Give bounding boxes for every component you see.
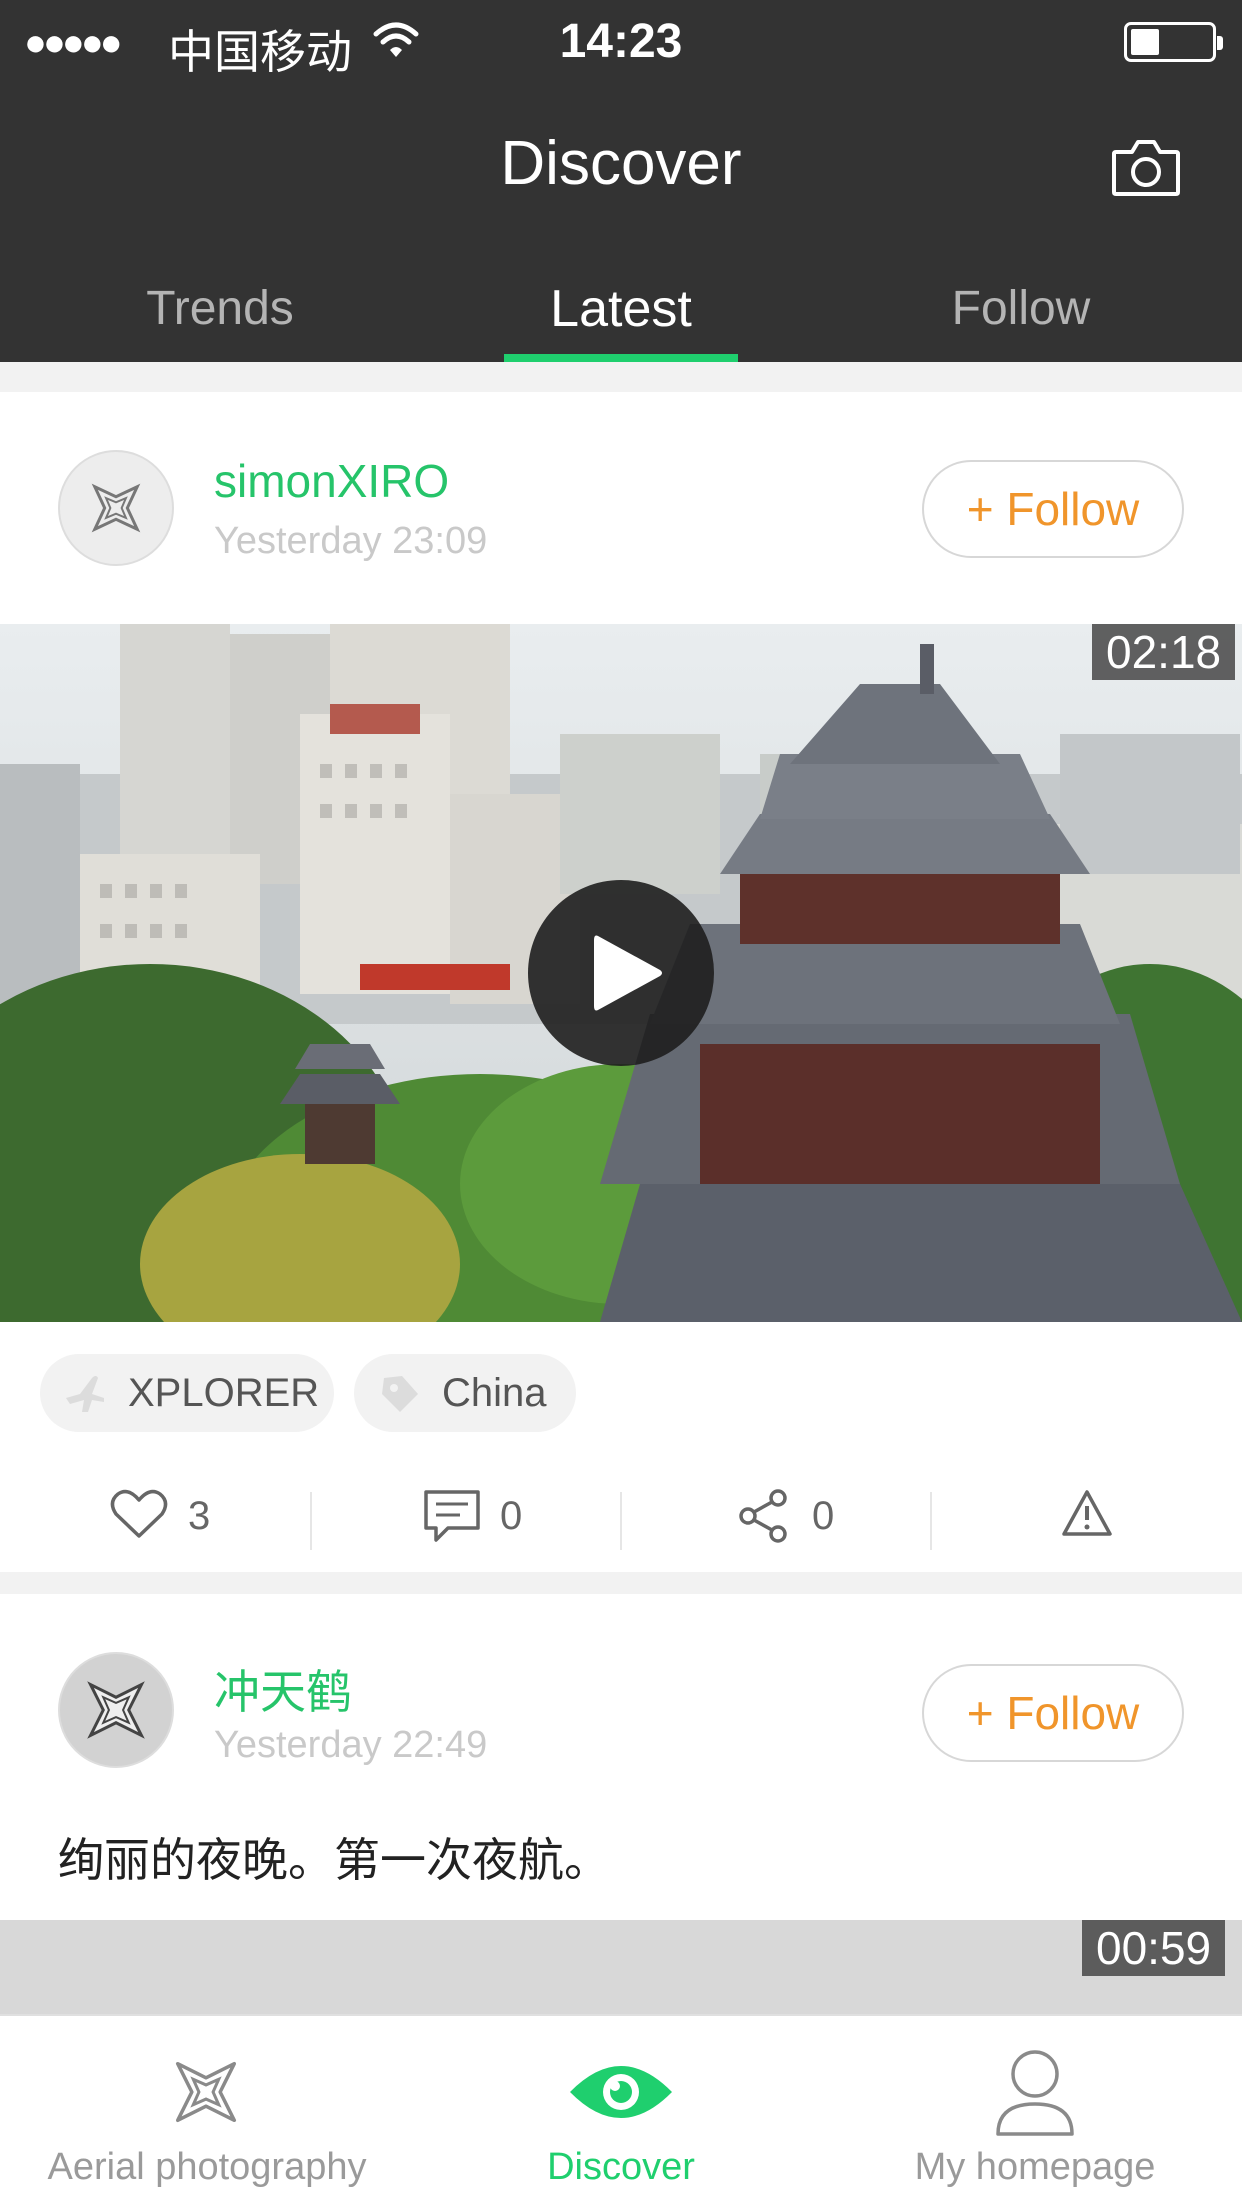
tab-latest[interactable]: Latest xyxy=(470,264,772,362)
report-button[interactable] xyxy=(1060,1470,1120,1562)
comment-count: 0 xyxy=(500,1494,523,1538)
username[interactable]: 冲天鹤 xyxy=(214,1656,352,1722)
drone-icon xyxy=(91,483,141,533)
status-bar: ●●●●● 中国移动 14:23 xyxy=(0,0,1242,82)
share-icon xyxy=(739,1489,787,1543)
like-button[interactable]: 3 xyxy=(110,1470,230,1562)
comment-button[interactable]: 0 xyxy=(422,1470,552,1562)
nav-label: My homepage xyxy=(914,2146,1156,2188)
active-tab-indicator xyxy=(504,354,738,362)
username[interactable]: simonXIRO xyxy=(214,454,449,508)
camera-icon[interactable] xyxy=(1110,134,1182,200)
video-thumbnail[interactable] xyxy=(0,1920,1242,2014)
post-actions: 3 0 0 xyxy=(0,1470,1242,1562)
person-icon xyxy=(996,2050,1074,2136)
tab-follow[interactable]: Follow xyxy=(870,264,1172,362)
tab-bar: Trends Latest Follow xyxy=(0,264,1242,362)
header: Discover Trends Latest Follow xyxy=(0,82,1242,362)
tag-label: XPLORER xyxy=(128,1371,320,1415)
drone-icon xyxy=(175,2061,237,2123)
warning-icon xyxy=(1062,1490,1112,1536)
device-tag[interactable]: XPLORER xyxy=(40,1354,334,1432)
share-count: 0 xyxy=(812,1494,835,1538)
nav-label: Discover xyxy=(547,2146,695,2188)
video-duration: 00:59 xyxy=(1082,1920,1226,1976)
post-time: Yesterday 23:09 xyxy=(214,520,488,562)
nav-discover[interactable]: Discover xyxy=(414,2016,828,2208)
like-count: 3 xyxy=(188,1494,211,1538)
comment-icon xyxy=(424,1490,480,1542)
follow-button[interactable]: + Follow xyxy=(922,460,1184,558)
play-icon xyxy=(594,935,662,1011)
location-tag-icon xyxy=(382,1376,418,1412)
tag-label: China xyxy=(442,1371,547,1415)
eye-icon xyxy=(570,2066,672,2118)
avatar[interactable] xyxy=(58,450,174,566)
nav-my-homepage[interactable]: My homepage xyxy=(828,2016,1242,2208)
tab-trends[interactable]: Trends xyxy=(70,264,370,362)
location-tag[interactable]: China xyxy=(354,1354,576,1432)
divider xyxy=(620,1492,622,1550)
divider xyxy=(310,1492,312,1550)
page-title: Discover xyxy=(500,129,742,198)
clock: 14:23 xyxy=(559,15,683,68)
post-time: Yesterday 22:49 xyxy=(214,1724,488,1766)
divider xyxy=(930,1492,932,1550)
share-button[interactable]: 0 xyxy=(736,1470,866,1562)
video-duration: 02:18 xyxy=(1092,624,1236,680)
post-text: 绚丽的夜晚。第一次夜航。 xyxy=(58,1833,610,1887)
bottom-nav: Aerial photography Discover My homepage xyxy=(0,2014,1242,2208)
follow-button[interactable]: + Follow xyxy=(922,1664,1184,1762)
drone-icon xyxy=(87,1681,145,1739)
play-button[interactable] xyxy=(528,880,714,1066)
nav-aerial-photography[interactable]: Aerial photography xyxy=(0,2016,414,2208)
plane-icon xyxy=(66,1376,104,1412)
heart-icon xyxy=(110,1489,168,1538)
avatar[interactable] xyxy=(58,1652,174,1768)
battery-icon xyxy=(1124,22,1223,62)
nav-label: Aerial photography xyxy=(47,2146,367,2188)
